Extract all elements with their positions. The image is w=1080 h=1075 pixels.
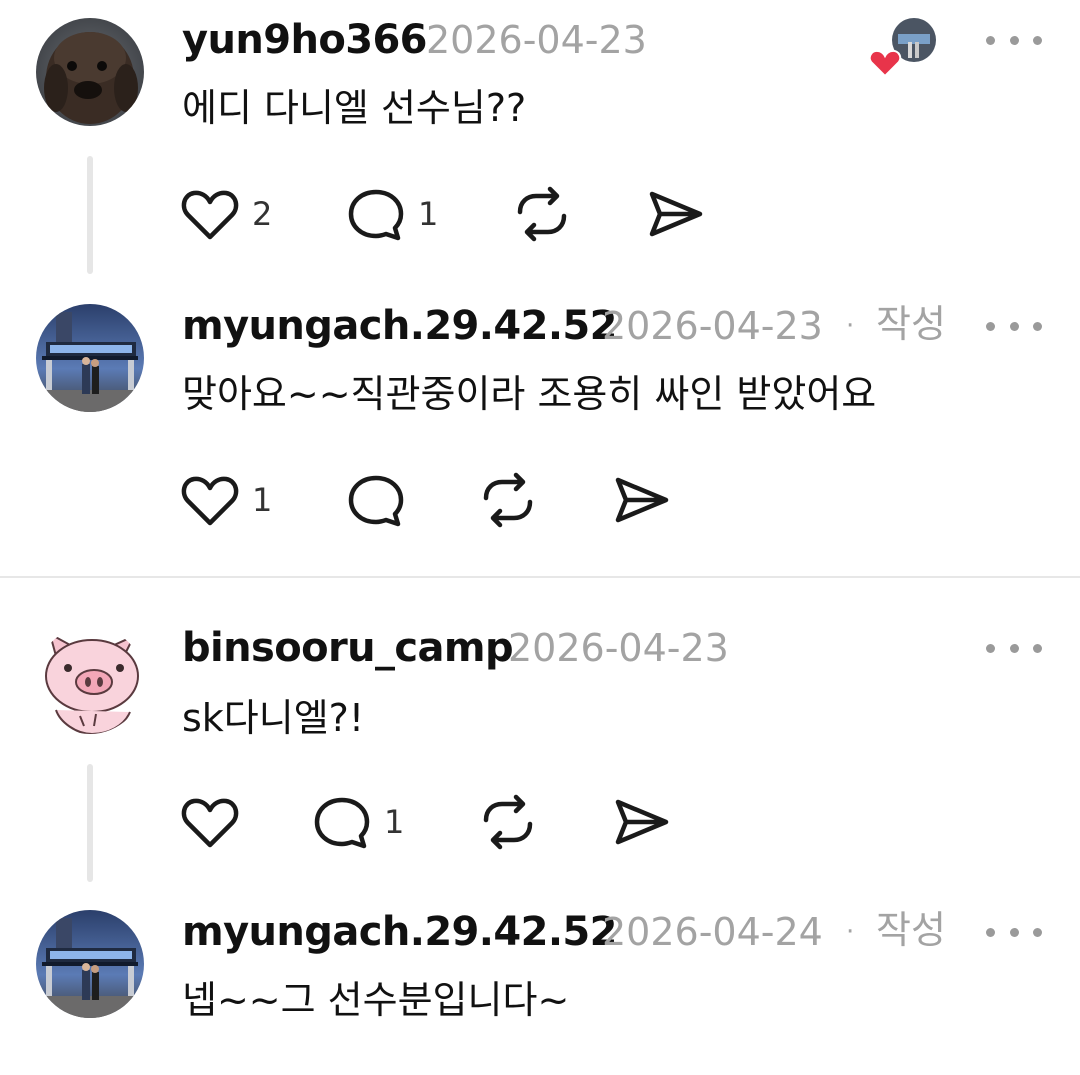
more-options-button[interactable] [986,30,1042,50]
comment-text: 넵~~그 선수분입니다~ [182,978,570,1022]
more-options-button[interactable] [986,638,1042,658]
avatar[interactable] [36,18,144,126]
more-icon [986,35,995,45]
repost-icon [483,472,533,528]
meta-separator: · [846,311,855,341]
more-icon [986,643,995,653]
heart-icon [181,798,239,848]
repost-button[interactable] [478,472,538,528]
avatar[interactable] [36,910,144,1018]
more-icon-dot [1009,927,1019,937]
like-count: 1 [252,481,273,519]
comment-username[interactable]: binsooru_camp [182,624,514,672]
comment-username[interactable]: myungach.29.42.52 [182,908,618,956]
share-icon [615,477,669,523]
comment-date: 2026-04-23 [602,304,823,348]
comment-date: 2026-04-24 [602,910,823,954]
author-label: 작성 [876,302,946,346]
thread-line [87,764,93,882]
comment-text: 에디 다니엘 선수님?? [182,86,527,130]
comment-username[interactable]: yun9ho366 [182,16,428,64]
like-button[interactable]: 1 [180,472,272,528]
like-button[interactable]: 2 [180,186,272,242]
reply-count: 1 [418,195,439,233]
more-options-button[interactable] [986,922,1042,942]
comment-date: 2026-04-23 [508,626,729,670]
reply-button[interactable] [346,472,406,528]
share-button[interactable] [612,472,672,528]
stadium-photo-avatar-icon [36,910,144,1018]
comment-text: 맞아요~~직관중이라 조용히 싸인 받았어요 [182,372,877,416]
meta-separator: · [846,917,855,947]
dog-photo-avatar-icon [36,18,144,126]
comment-date: 2026-04-23 [426,18,647,62]
reply-button[interactable]: 1 [312,794,404,850]
thread-divider [0,576,1080,578]
more-icon [986,321,995,331]
comment-text: sk다니엘?! [182,696,365,740]
like-button[interactable] [180,794,240,850]
reply-button[interactable]: 1 [346,186,438,242]
avatar[interactable] [36,304,144,412]
author-liked-badge-icon [868,18,936,78]
pig-cartoon-avatar-icon [36,626,144,734]
more-icon-dot [1033,927,1042,937]
repost-icon [483,794,533,850]
reply-count: 1 [384,803,405,841]
comment-thread-screen: yun9ho366 2026-04-23 에디 다니엘 선수님?? 2 1 my… [0,0,1080,1075]
heart-icon [181,476,239,526]
more-icon-dot [1009,35,1019,45]
repost-button[interactable] [512,186,572,242]
comment-username[interactable]: myungach.29.42.52 [182,302,618,350]
comment-icon [314,797,370,849]
share-button[interactable] [646,186,706,242]
heart-icon [181,190,239,240]
author-liked-badge [868,18,940,80]
more-icon-dot [1033,643,1042,653]
author-label: 작성 [876,908,946,952]
more-icon [986,927,995,937]
more-icon-dot [1033,321,1042,331]
more-icon-dot [1009,643,1019,653]
repost-button[interactable] [478,794,538,850]
repost-icon [517,186,567,242]
avatar[interactable] [36,626,144,734]
more-icon-dot [1009,321,1019,331]
more-options-button[interactable] [986,316,1042,336]
share-icon [615,799,669,845]
comment-icon [348,189,404,241]
share-icon [649,191,703,237]
more-icon-dot [1033,35,1042,45]
stadium-photo-avatar-icon [36,304,144,412]
thread-line [87,156,93,274]
like-count: 2 [252,195,273,233]
comment-icon [348,475,404,527]
share-button[interactable] [612,794,672,850]
